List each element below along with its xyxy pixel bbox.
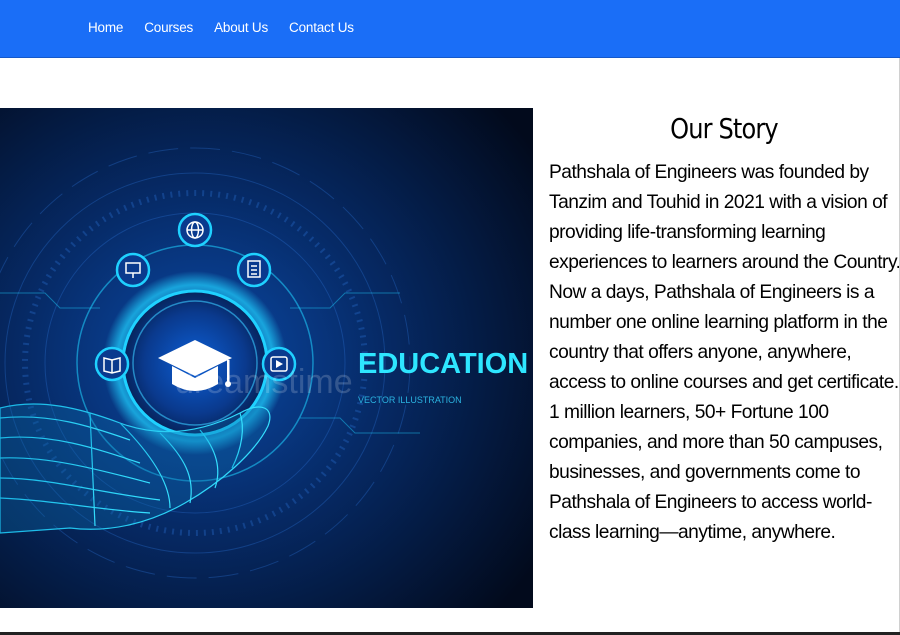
education-illustration: EDUCATION VECTOR ILLUSTRATION dreamstime: [0, 108, 533, 608]
top-navbar: Home Courses About Us Contact Us: [0, 0, 900, 58]
nav-menu: Home Courses About Us Contact Us: [88, 19, 354, 37]
nav-link-about-us[interactable]: About Us: [214, 20, 268, 35]
our-story-body: Pathshala of Engineers was founded by Ta…: [549, 162, 900, 543]
nav-item-courses: Courses: [144, 19, 193, 37]
our-story-title: Our Story: [670, 112, 779, 145]
vector-illustration-label: VECTOR ILLUSTRATION: [358, 395, 462, 405]
nav-item-home: Home: [88, 19, 123, 37]
nav-link-contact-us[interactable]: Contact Us: [289, 20, 354, 35]
education-heading: EDUCATION: [358, 348, 528, 380]
nav-item-about: About Us: [214, 19, 268, 37]
our-story-section: Our Story Pathshala of Engineers was fou…: [549, 110, 900, 548]
education-hero-image: EDUCATION VECTOR ILLUSTRATION dreamstime: [0, 108, 533, 608]
nav-item-contact: Contact Us: [289, 19, 354, 37]
nav-link-courses[interactable]: Courses: [144, 20, 193, 35]
nav-link-home[interactable]: Home: [88, 20, 123, 35]
watermark-text: dreamstime: [175, 363, 353, 401]
